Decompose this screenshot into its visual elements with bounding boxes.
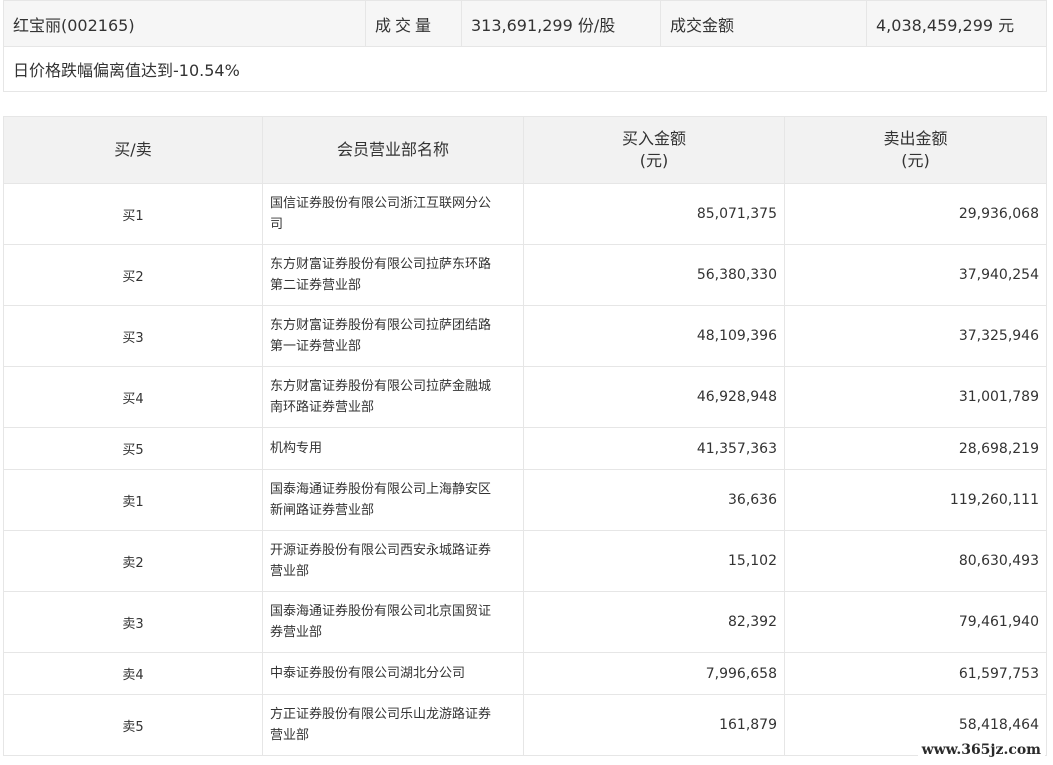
row-member-name: 方正证券股份有限公司乐山龙游路证券 营业部 [262,694,524,756]
row-member-name: 开源证券股份有限公司西安永城路证券 营业部 [262,530,524,592]
member-name-line1: 中泰证券股份有限公司湖北分公司 [270,666,466,681]
row-side: 买5 [3,427,263,470]
member-name-line2: 新闸路证券营业部 [270,503,375,518]
header-sell-amount: 卖出金额 (元) [784,116,1047,184]
header-buy-amount: 买入金额 (元) [523,116,785,184]
member-name-line1: 开源证券股份有限公司西安永城路证券 [270,543,492,558]
summary-table: 红宝丽(002165) 成交量 313,691,299 份/股 成交金额 4,0… [3,0,1047,92]
table-row: 买4 东方财富证券股份有限公司拉萨金融城 南环路证券营业部 46,928,948 31,… [3,366,1047,428]
member-name-line1: 方正证券股份有限公司乐山龙游路证券 [270,707,492,722]
table-row: 卖4 中泰证券股份有限公司湖北分公司 7,996,658 61,597,753 [3,652,1047,695]
row-member-name: 东方财富证券股份有限公司拉萨金融城 南环路证券营业部 [262,366,524,428]
table-row: 卖5 方正证券股份有限公司乐山龙游路证券 营业部 161,879 58,418,464 [3,694,1047,756]
amount-label: 成交金额 [660,0,867,47]
deviation-text: 日价格跌幅偏离值达到-10.54% [3,46,1047,92]
member-name-line1: 国泰海通证券股份有限公司上海静安区 [270,482,492,497]
row-sell-amount: 37,325,946 [784,305,1047,367]
row-sell-amount: 79,461,940 [784,591,1047,653]
stock-name: 红宝丽(002165) [3,0,366,47]
header-sell-unit: (元) [901,151,930,170]
row-side: 买1 [3,183,263,245]
row-member-name: 机构专用 [262,427,524,470]
member-name-line2: 营业部 [270,564,310,579]
row-sell-amount: 37,940,254 [784,244,1047,306]
member-name-line1: 国泰海通证券股份有限公司北京国贸证 [270,604,492,619]
member-name-line2: 营业部 [270,728,310,743]
table-row: 买3 东方财富证券股份有限公司拉萨团结路 第一证券营业部 48,109,396 37,3… [3,305,1047,367]
header-buy-unit: (元) [639,151,669,170]
row-buy-amount: 48,109,396 [523,305,785,367]
table-row: 买1 国信证券股份有限公司浙江互联网分公司 85,071,375 29,936,068 [3,183,1047,245]
row-sell-amount: 31,001,789 [784,366,1047,428]
row-member-name: 国信证券股份有限公司浙江互联网分公司 [262,183,524,245]
row-sell-amount: 28,698,219 [784,427,1047,470]
header-buy-label: 买入金额 [621,129,686,148]
site-watermark: www.365jz.com [917,742,1045,758]
row-member-name: 东方财富证券股份有限公司拉萨东环路 第二证券营业部 [262,244,524,306]
table-row: 卖1 国泰海通证券股份有限公司上海静安区 新闸路证券营业部 36,636 119,260… [3,469,1047,531]
member-name-line2: 券营业部 [270,625,323,640]
member-name-line2: 司 [270,217,284,232]
row-sell-amount: 29,936,068 [784,183,1047,245]
row-sell-amount: 61,597,753 [784,652,1047,695]
row-buy-amount: 41,357,363 [523,427,785,470]
row-buy-amount: 56,380,330 [523,244,785,306]
member-name-line1: 东方财富证券股份有限公司拉萨东环路 [270,257,492,272]
row-member-name: 国泰海通证券股份有限公司上海静安区 新闸路证券营业部 [262,469,524,531]
row-side: 卖1 [3,469,263,531]
row-side: 卖3 [3,591,263,653]
row-buy-amount: 46,928,948 [523,366,785,428]
row-side: 卖2 [3,530,263,592]
row-member-name: 中泰证券股份有限公司湖北分公司 [262,652,524,695]
table-header-row: 买/卖 会员营业部名称 买入金额 (元) 卖出金额 (元) [3,116,1047,184]
row-buy-amount: 7,996,658 [523,652,785,695]
row-buy-amount: 15,102 [523,530,785,592]
member-name-line2: 南环路证券营业部 [270,400,375,415]
table-row: 卖2 开源证券股份有限公司西安永城路证券 营业部 15,102 80,630,493 [3,530,1047,592]
row-side: 买3 [3,305,263,367]
summary-row: 红宝丽(002165) 成交量 313,691,299 份/股 成交金额 4,0… [3,0,1047,47]
row-buy-amount: 161,879 [523,694,785,756]
row-member-name: 国泰海通证券股份有限公司北京国贸证 券营业部 [262,591,524,653]
header-side: 买/卖 [3,116,263,184]
row-buy-amount: 85,071,375 [523,183,785,245]
row-side: 卖5 [3,694,263,756]
volume-label: 成交量 [365,0,462,47]
volume-value: 313,691,299 份/股 [461,0,661,47]
table-row: 买5 机构专用 41,357,363 28,698,219 [3,427,1047,470]
table-row: 卖3 国泰海通证券股份有限公司北京国贸证 券营业部 82,392 79,461,940 [3,591,1047,653]
header-member: 会员营业部名称 [262,116,524,184]
member-name-line1: 东方财富证券股份有限公司拉萨团结路 [270,318,492,333]
amount-value: 4,038,459,299 元 [866,0,1047,47]
row-buy-amount: 36,636 [523,469,785,531]
deviation-row: 日价格跌幅偏离值达到-10.54% [3,46,1047,92]
member-name-line1: 东方财富证券股份有限公司拉萨金融城 [270,379,492,394]
row-member-name: 东方财富证券股份有限公司拉萨团结路 第一证券营业部 [262,305,524,367]
member-name-line1: 国信证券股份有限公司浙江互联网分公 [270,196,492,211]
row-sell-amount: 119,260,111 [784,469,1047,531]
table-row: 买2 东方财富证券股份有限公司拉萨东环路 第二证券营业部 56,380,330 37,9… [3,244,1047,306]
trading-detail-table: 买/卖 会员营业部名称 买入金额 (元) 卖出金额 (元) 买1 国信证券股份有限… [3,116,1047,756]
member-name-line2: 第二证券营业部 [270,278,362,293]
row-sell-amount: 80,630,493 [784,530,1047,592]
member-name-line1: 机构专用 [270,441,323,456]
row-side: 卖4 [3,652,263,695]
member-name-line2: 第一证券营业部 [270,339,362,354]
header-sell-label: 卖出金额 [883,129,948,148]
row-side: 买4 [3,366,263,428]
row-side: 买2 [3,244,263,306]
row-buy-amount: 82,392 [523,591,785,653]
